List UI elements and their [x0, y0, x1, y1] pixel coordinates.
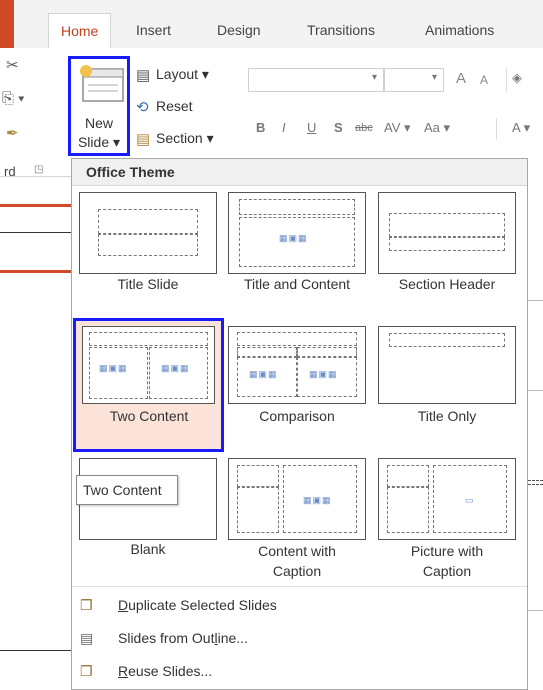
layout-picture-with-caption-label: Picture with Caption [378, 541, 516, 581]
layout-comparison[interactable]: ▦▣▦ ▦▣▦ [228, 326, 366, 404]
slides-from-outline-item[interactable]: ▤ Slides from Outline... [80, 630, 248, 647]
layout-two-content[interactable]: ▦▣▦ ▦▣▦ [82, 326, 215, 404]
layout-title-and-content[interactable]: ▦▣▦ [228, 192, 366, 274]
layout-content-with-caption-label: Content with Caption [228, 541, 366, 581]
font-name-box[interactable]: ▾ [248, 68, 384, 92]
copy-icon[interactable]: ⎘ ▾ [2, 90, 24, 107]
caption-line: Caption [422, 563, 472, 579]
duplicate-slide-icon: ❐ [80, 597, 93, 613]
slide-thumbnail-accent [0, 270, 71, 273]
content-placeholder-icon: ▦▣▦ [161, 363, 190, 373]
italic-button[interactable]: I [282, 120, 286, 135]
layout-icon: ▤ [136, 67, 151, 84]
section-icon: ▤ [136, 131, 151, 148]
reuse-slides-icon: ❐ [80, 663, 93, 679]
ribbon-bottom-border [0, 176, 71, 177]
change-case-button[interactable]: Aa ▾ [424, 120, 450, 136]
reset-icon: ⟲ [136, 99, 149, 116]
new-slide-button[interactable]: New Slide ▾ [68, 56, 130, 156]
cut-icon[interactable]: ✂ [6, 56, 19, 74]
content-placeholder-icon: ▦▣▦ [309, 369, 338, 379]
layout-title-only[interactable] [378, 326, 516, 404]
caption-line: Picture with [410, 543, 484, 559]
layout-title-slide-label: Title Slide [117, 276, 179, 292]
shadow-button[interactable]: S [334, 120, 343, 135]
layout-picture-with-caption[interactable]: ▭ [378, 458, 516, 540]
separator [506, 68, 507, 92]
separator [496, 118, 497, 140]
tab-home[interactable]: Home [48, 13, 112, 49]
new-slide-label-1: New [84, 115, 113, 131]
content-placeholder-icon: ▦▣▦ [279, 233, 308, 243]
layout-title-slide[interactable] [79, 192, 217, 274]
character-spacing-button[interactable]: AV ▾ [384, 120, 411, 136]
font-size-box[interactable]: ▾ [384, 68, 444, 92]
shrink-font-button[interactable]: A [480, 73, 488, 87]
slide-edge [528, 390, 543, 391]
strikethrough-button[interactable]: abc [355, 122, 373, 134]
font-color-button[interactable]: A ▾ [512, 120, 530, 136]
bold-button[interactable]: B [256, 120, 265, 135]
tab-design[interactable]: Design [217, 22, 261, 38]
gallery-header-label: Office Theme [86, 164, 175, 180]
layout-title-only-label: Title Only [417, 408, 477, 424]
underline-button[interactable]: U [307, 120, 316, 135]
content-placeholder-icon: ▦▣▦ [303, 495, 332, 505]
picture-placeholder-icon: ▭ [465, 495, 475, 505]
caption-line: Caption [272, 563, 322, 579]
grow-font-button[interactable]: A [456, 70, 466, 87]
layout-content-with-caption[interactable]: ▦▣▦ [228, 458, 366, 540]
format-painter-icon[interactable]: ✒ [6, 124, 19, 142]
slide-edge [528, 480, 543, 485]
slide-edge [528, 610, 543, 611]
file-tab-edge[interactable] [0, 0, 14, 48]
clear-formatting-icon[interactable]: ◈ [512, 70, 522, 86]
tab-transitions[interactable]: Transitions [307, 22, 375, 38]
tab-animations[interactable]: Animations [425, 22, 494, 38]
gallery-header: Office Theme [72, 159, 527, 186]
reset-button[interactable]: Reset [156, 98, 193, 114]
duplicate-selected-slides-item[interactable]: ❐ Duplicate Selected Slides [80, 597, 277, 614]
layout-two-content-label: Two Content [109, 408, 189, 424]
layout-title-and-content-label: Title and Content [243, 276, 351, 292]
slide-pane-line [0, 232, 71, 233]
layout-comparison-label: Comparison [259, 408, 335, 424]
slides-from-outline-icon: ▤ [80, 630, 94, 646]
new-slide-label-2: Slide ▾ [77, 134, 121, 150]
layout-tooltip: Two Content [76, 475, 178, 505]
menu-separator [72, 586, 527, 587]
layout-blank-label: Blank [130, 541, 166, 557]
slide-edge [528, 300, 543, 301]
section-button[interactable]: Section ▾ [156, 130, 214, 147]
content-placeholder-icon: ▦▣▦ [249, 369, 278, 379]
layout-section-header[interactable] [378, 192, 516, 274]
slide-thumbnail-accent [0, 204, 71, 207]
tab-insert[interactable]: Insert [136, 22, 171, 38]
caption-line: Content with [258, 543, 336, 559]
layout-section-header-label: Section Header [398, 276, 496, 292]
dialog-launcher-icon[interactable]: ◳ [34, 164, 43, 175]
slide-pane-line [0, 650, 71, 651]
reuse-slides-item[interactable]: ❐ Reuse Slides... [80, 663, 212, 680]
layout-button[interactable]: Layout ▾ [156, 66, 209, 83]
new-slide-icon [80, 65, 124, 102]
content-placeholder-icon: ▦▣▦ [99, 363, 128, 373]
